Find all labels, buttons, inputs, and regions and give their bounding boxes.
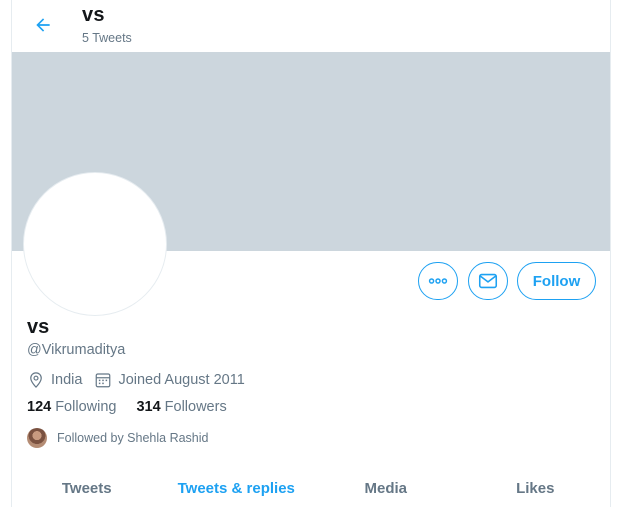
arrow-left-icon xyxy=(36,18,50,32)
following-label: Following xyxy=(55,399,117,415)
follow-button[interactable]: Follow xyxy=(517,262,596,300)
followers-link[interactable]: 314 Followers xyxy=(136,399,226,415)
joined-item: Joined August 2011 xyxy=(94,371,245,389)
following-link[interactable]: 124 Following xyxy=(27,399,116,415)
profile-meta: India Joined August 2011 xyxy=(27,370,257,390)
tab-likes[interactable]: Likes xyxy=(461,470,611,507)
profile-header: vs 5 Tweets xyxy=(12,0,610,52)
avatar-image xyxy=(32,181,158,307)
joined-text: Joined August 2011 xyxy=(118,372,245,388)
followers-label: Followers xyxy=(164,399,227,415)
calendar-icon xyxy=(96,373,111,388)
tab-media[interactable]: Media xyxy=(311,470,461,507)
profile-name: vs xyxy=(27,316,50,338)
tweet-count: 5 Tweets xyxy=(82,31,132,45)
mail-icon xyxy=(478,273,498,289)
followed-by-text: Followed by Shehla Rashid xyxy=(57,431,209,445)
follower-avatar xyxy=(27,428,47,448)
more-options-button[interactable] xyxy=(418,262,458,300)
more-icon xyxy=(428,278,448,284)
message-button[interactable] xyxy=(468,262,508,300)
profile-column: vs 5 Tweets Follow vs @Vikrumaditya Indi… xyxy=(11,0,611,507)
profile-avatar[interactable] xyxy=(24,173,166,315)
follow-stats: 124 Following 314 Followers xyxy=(27,399,247,415)
location-text: India xyxy=(51,372,83,388)
tab-tweets[interactable]: Tweets xyxy=(12,470,162,507)
followers-count: 314 xyxy=(136,399,161,415)
followed-by[interactable]: Followed by Shehla Rashid xyxy=(27,428,208,448)
location-item: India xyxy=(27,371,82,389)
profile-tabs: Tweets Tweets & replies Media Likes xyxy=(12,470,610,507)
location-pin-icon xyxy=(30,372,42,388)
page-title: vs xyxy=(82,4,105,26)
following-count: 124 xyxy=(27,399,52,415)
back-button[interactable] xyxy=(28,10,58,40)
profile-handle: @Vikrumaditya xyxy=(27,342,126,358)
tab-tweets-and-replies[interactable]: Tweets & replies xyxy=(162,470,312,507)
